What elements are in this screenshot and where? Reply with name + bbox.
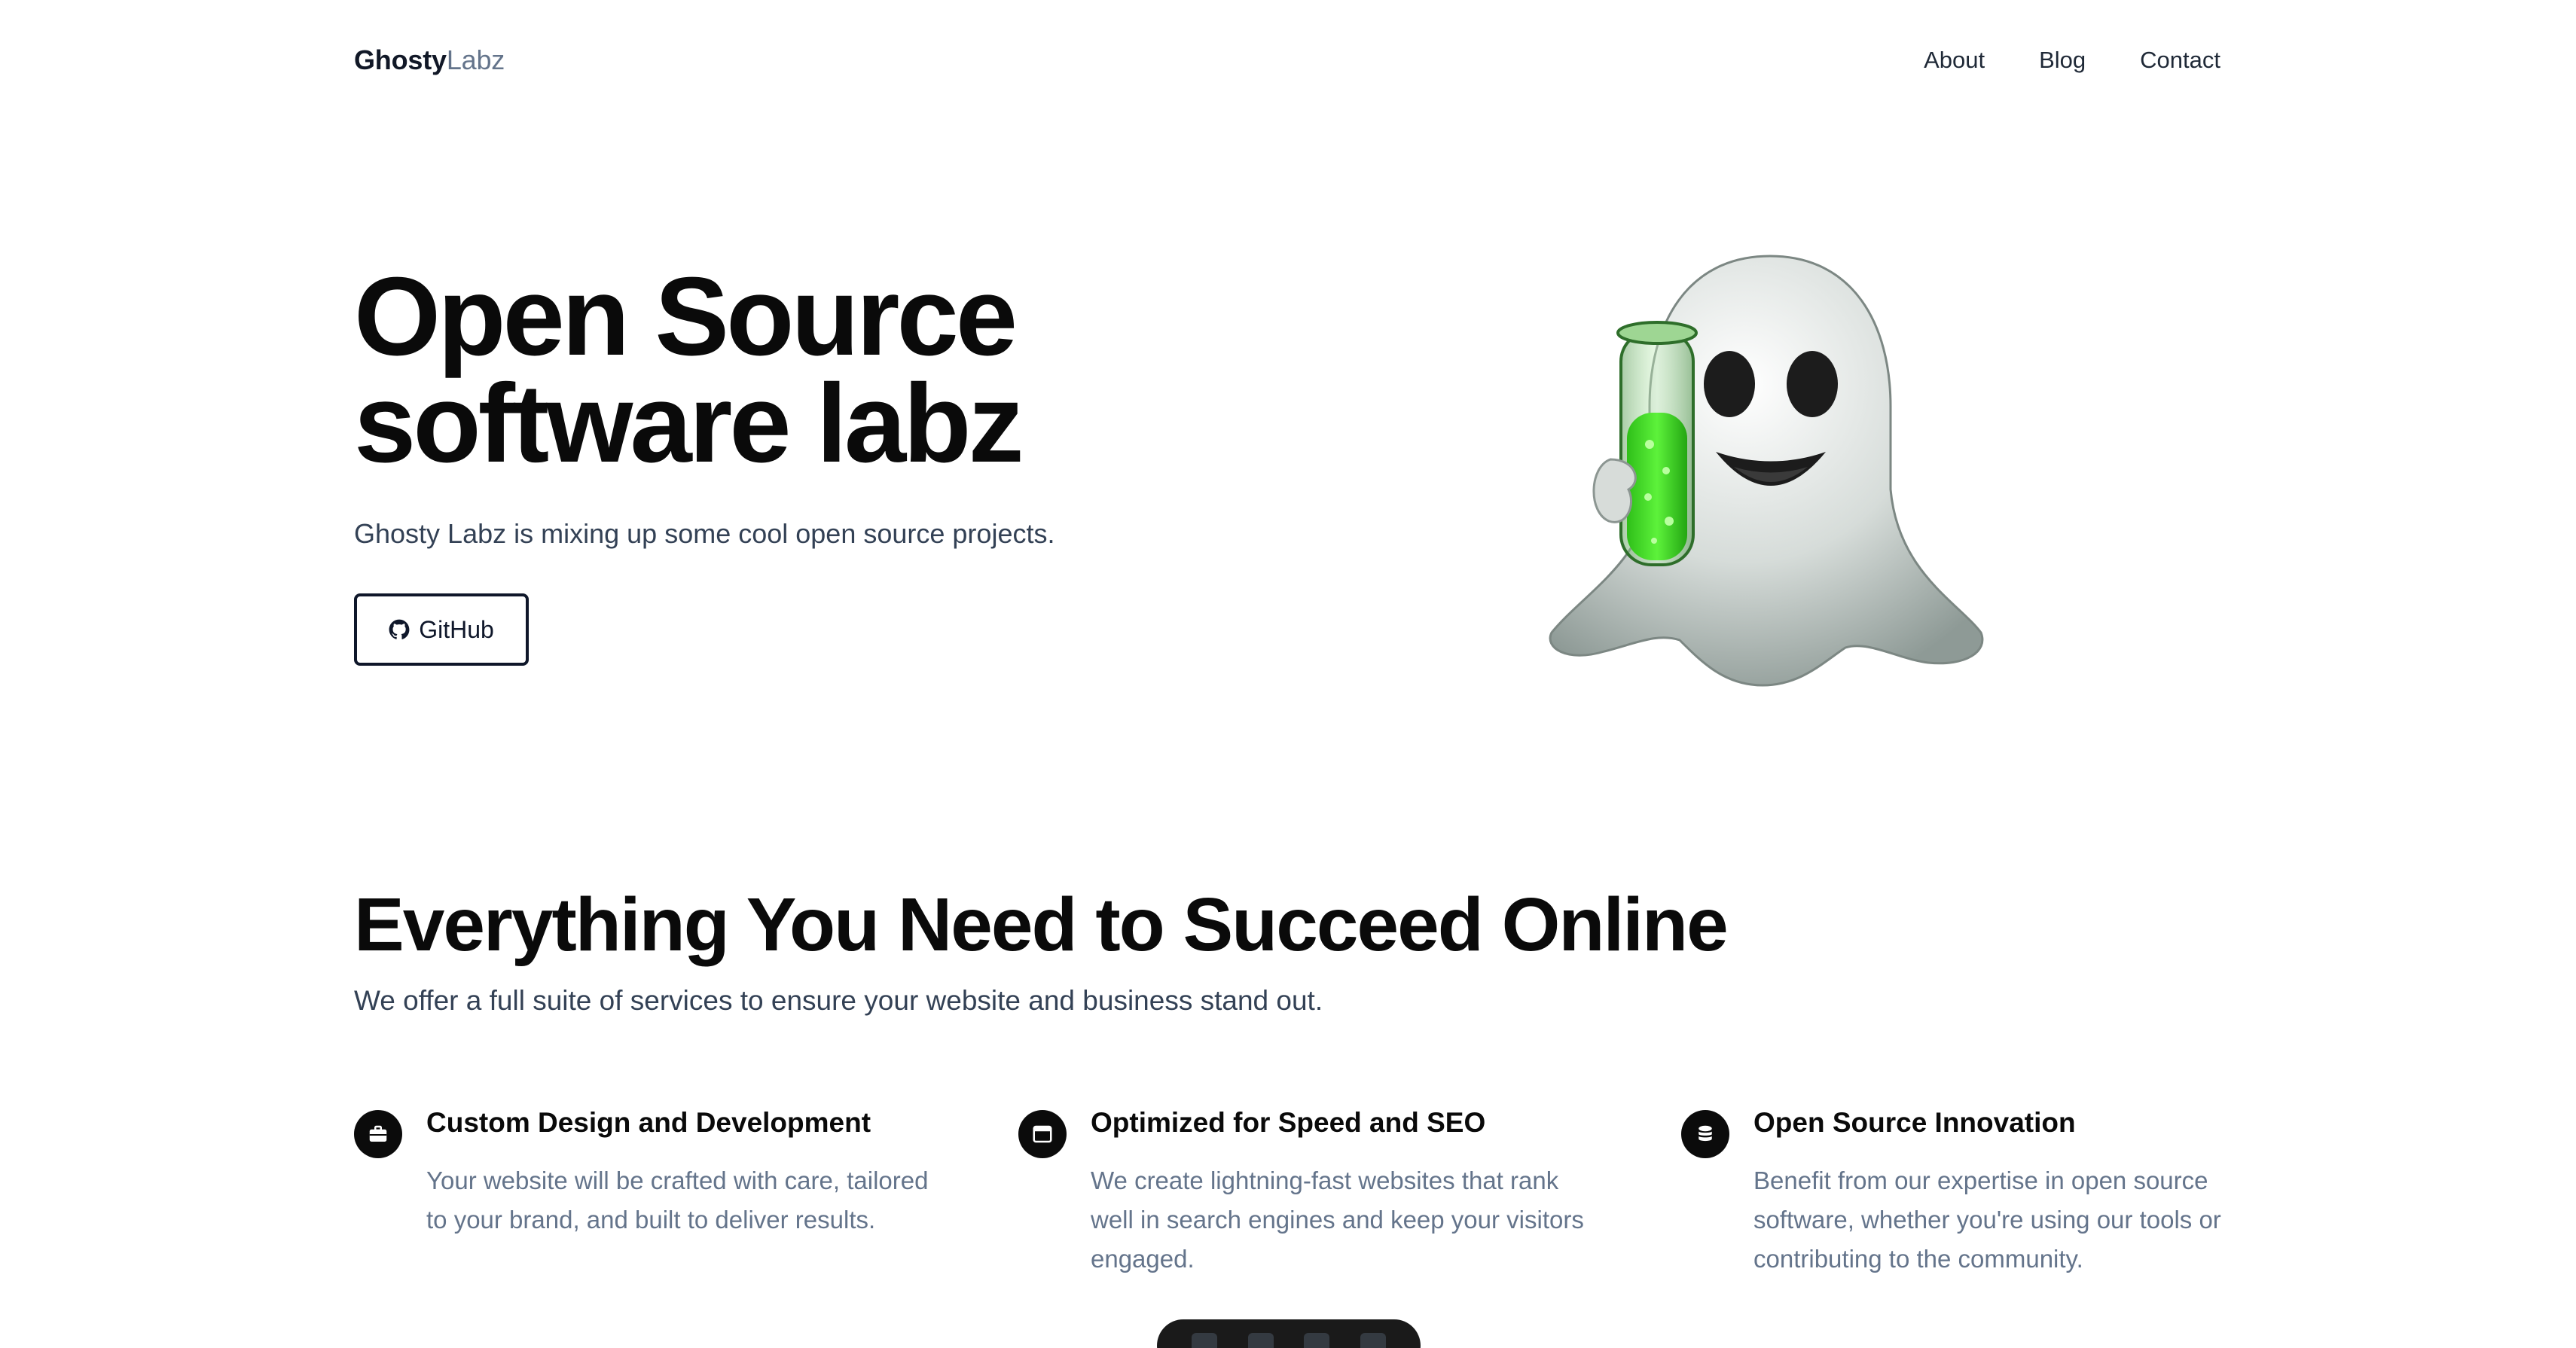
nav-blog-link[interactable]: Blog (2039, 47, 2086, 74)
feature-icon-badge (1018, 1110, 1067, 1158)
feature-custom-design: Custom Design and Development Your websi… (354, 1107, 942, 1333)
services-subtitle: We offer a full suite of services to ens… (354, 985, 1323, 1016)
feature-title: Open Source Innovation (1753, 1107, 2076, 1138)
toolbar-icon[interactable] (1192, 1333, 1218, 1348)
ghost-with-test-tube-icon (1549, 255, 1984, 687)
feature-title: Optimized for Speed and SEO (1091, 1107, 1486, 1138)
browser-window-icon (1033, 1125, 1052, 1143)
floating-toolbar[interactable] (1157, 1319, 1421, 1348)
feature-speed-seo: Optimized for Speed and SEO We create li… (1018, 1107, 1606, 1333)
feature-description: Benefit from our expertise in open sourc… (1753, 1167, 2221, 1273)
brand-secondary: Labz (446, 44, 505, 75)
github-icon (389, 619, 410, 639)
toolbar-icon[interactable] (1360, 1333, 1386, 1348)
brand-primary: Ghosty (354, 44, 447, 75)
hero-title-line-2: software labz (354, 361, 1024, 486)
main-nav: About Blog Contact (1924, 47, 2220, 74)
site-header: GhostyLabz About Blog Contact (354, 36, 2220, 84)
database-icon (1699, 1125, 1712, 1142)
hero-subtitle: Ghosty Labz is mixing up some cool open … (354, 518, 1055, 549)
feature-open-source: Open Source Innovation Benefit from our … (1681, 1107, 2269, 1333)
features-grid: Custom Design and Development Your websi… (354, 1107, 2221, 1348)
services-title: Everything You Need to Succeed Online (354, 883, 1729, 967)
feature-description: We create lightning-fast websites that r… (1091, 1167, 1584, 1273)
hero-title: Open Source software labz (354, 255, 1409, 486)
brand-logo[interactable]: GhostyLabz (354, 44, 505, 76)
github-button[interactable]: GitHub (354, 593, 529, 666)
services-section: Everything You Need to Succeed Online We… (354, 881, 2221, 1333)
nav-about-link[interactable]: About (1924, 47, 1985, 74)
ghost-mascot-illustration (1537, 241, 2004, 708)
feature-icon-badge (1681, 1110, 1729, 1158)
github-button-label: GitHub (419, 615, 494, 643)
briefcase-icon (369, 1125, 387, 1142)
toolbar-icon[interactable] (1247, 1333, 1274, 1348)
feature-title: Custom Design and Development (426, 1107, 871, 1138)
toolbar-icon[interactable] (1304, 1333, 1330, 1348)
feature-icon-badge (354, 1110, 402, 1158)
feature-description: Your website will be crafted with care, … (426, 1167, 929, 1234)
nav-contact-link[interactable]: Contact (2140, 47, 2220, 74)
hero-title-line-1: Open Source (354, 255, 1018, 379)
